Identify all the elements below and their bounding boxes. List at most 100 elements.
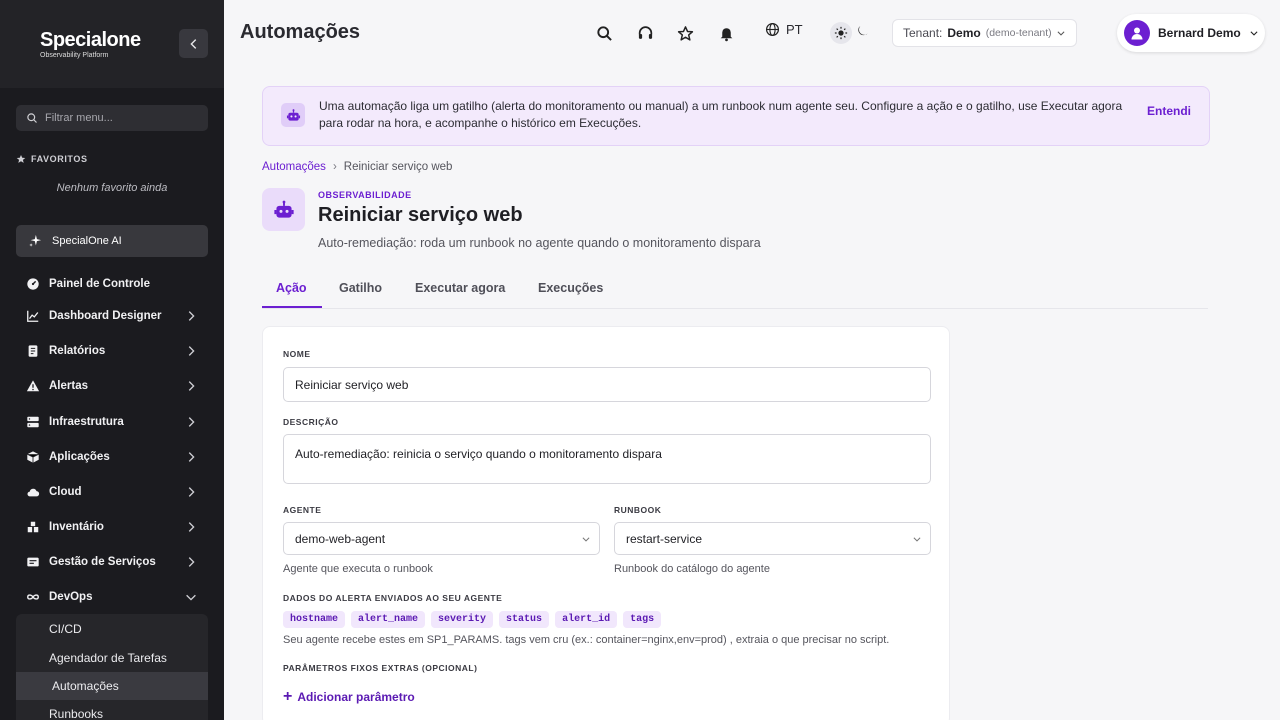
- sidebar-item-label: Gestão de Serviços: [49, 556, 156, 568]
- sidebar-item-dashboard-designer[interactable]: Dashboard Designer: [16, 301, 208, 331]
- action-form-card: NOME DESCRIÇÃO Auto-remediação: reinicia…: [262, 326, 950, 720]
- automation-avatar: [262, 188, 305, 231]
- agent-selected-value: demo-web-agent: [295, 531, 386, 546]
- param-chip: tags: [623, 611, 662, 628]
- name-input[interactable]: [283, 367, 931, 402]
- sidebar-item-gestao-de-servicos[interactable]: Gestão de Serviços: [16, 547, 208, 577]
- extra-params-label: PARÂMETROS FIXOS EXTRAS (OPCIONAL): [283, 663, 478, 673]
- robot-icon: [273, 200, 294, 218]
- specialone-ai-button[interactable]: SpecialOne AI: [16, 225, 208, 257]
- chevron-right-icon: [188, 381, 195, 391]
- notifications-button[interactable]: [715, 22, 737, 44]
- sidebar-item-alertas[interactable]: Alertas: [16, 371, 208, 401]
- sidebar-subitem-agendador[interactable]: Agendador de Tarefas: [16, 644, 208, 672]
- alert-params-chips: hostname alert_name severity status aler…: [283, 611, 662, 628]
- menu-filter[interactable]: [16, 105, 208, 131]
- add-parameter-label: Adicionar parâmetro: [297, 690, 415, 704]
- logo-word: Specialone: [40, 28, 141, 51]
- sidebar-item-aplicacoes[interactable]: Aplicações: [16, 442, 208, 472]
- sidebar-item-label: DevOps: [49, 591, 93, 603]
- tab-executar-agora[interactable]: Executar agora: [415, 281, 505, 295]
- tab-acao[interactable]: Ação: [276, 281, 307, 295]
- brand-area: Specialone Observability Platform: [0, 0, 224, 88]
- logo: Specialone Observability Platform: [40, 30, 141, 59]
- star-icon: [16, 154, 26, 163]
- tab-execucoes[interactable]: Execuções: [538, 281, 603, 295]
- chevron-down-icon: [913, 537, 921, 542]
- breadcrumb-root-link[interactable]: Automações: [262, 161, 326, 173]
- breadcrumb-current: Reiniciar serviço web: [343, 161, 453, 173]
- moon-icon: [858, 25, 869, 35]
- sidebar-item-cloud[interactable]: Cloud: [16, 477, 208, 507]
- star-icon: [677, 25, 693, 41]
- dark-mode-button[interactable]: [856, 24, 870, 43]
- sidebar: Specialone Observability Platform FAVORI…: [0, 0, 224, 720]
- breadcrumb-separator: ›: [332, 161, 337, 173]
- light-mode-button[interactable]: [830, 22, 852, 44]
- user-menu[interactable]: Bernard Demo: [1117, 14, 1265, 52]
- favorites-title: FAVORITOS: [31, 154, 88, 164]
- sidebar-item-inventario[interactable]: Inventário: [16, 512, 208, 542]
- param-chip: severity: [431, 611, 494, 628]
- language-selector[interactable]: PT: [765, 22, 803, 37]
- collapse-sidebar-button[interactable]: [179, 29, 208, 58]
- agent-select[interactable]: demo-web-agent: [283, 522, 600, 555]
- runbook-selected-value: restart-service: [626, 531, 703, 546]
- sidebar-subitem-automacoes[interactable]: Automações: [16, 672, 208, 700]
- automation-subtitle: Auto-remediação: roda um runbook no agen…: [318, 236, 761, 250]
- chevron-down-icon: [1057, 31, 1065, 36]
- sidebar-item-label: Aplicações: [49, 451, 110, 463]
- tenant-label: Tenant:: [903, 26, 943, 40]
- sidebar-item-label: Alertas: [49, 380, 88, 392]
- param-chip: alert_name: [351, 611, 426, 628]
- description-label: DESCRIÇÃO: [283, 417, 339, 427]
- tenant-selector[interactable]: Tenant: Demo (demo-tenant): [892, 19, 1077, 47]
- chevron-right-icon: [188, 311, 195, 321]
- warning-icon: [26, 380, 39, 392]
- sidebar-subitem-runbooks[interactable]: Runbooks: [16, 700, 208, 720]
- chevron-right-icon: [188, 452, 195, 462]
- theme-toggle[interactable]: [824, 19, 876, 47]
- favorites-heading: FAVORITOS: [16, 154, 88, 164]
- sidebar-item-label: Relatórios: [49, 345, 106, 357]
- agent-label: AGENTE: [283, 505, 322, 515]
- dismiss-banner-button[interactable]: Entendi: [1147, 104, 1191, 118]
- sidebar-item-label: Inventário: [49, 521, 104, 533]
- chart-line-icon: [26, 310, 38, 322]
- topbar: Automações PT Tenant: Demo (demo-tenant)…: [224, 0, 1280, 66]
- name-label: NOME: [283, 349, 311, 359]
- sidebar-item-painel-de-controle[interactable]: Painel de Controle: [16, 269, 208, 299]
- bell-icon: [720, 27, 732, 41]
- runbook-label: RUNBOOK: [614, 505, 662, 515]
- box-icon: [26, 451, 39, 463]
- inventory-icon: [27, 521, 38, 533]
- alert-data-help: Seu agente recebe estes em SP1_PARAMS. t…: [283, 634, 890, 646]
- sparkle-icon: [29, 234, 42, 247]
- logo-subtitle: Observability Platform: [40, 51, 109, 59]
- chevron-down-icon: [186, 594, 196, 601]
- param-chip: alert_id: [555, 611, 618, 628]
- info-banner: Uma automação liga um gatilho (alerta do…: [262, 86, 1210, 146]
- runbook-select[interactable]: restart-service: [614, 522, 931, 555]
- globe-icon: [765, 22, 780, 37]
- robot-badge: [281, 103, 305, 127]
- sidebar-item-label: Painel de Controle: [49, 278, 150, 290]
- menu-filter-input[interactable]: [45, 112, 195, 124]
- support-button[interactable]: [634, 22, 656, 44]
- sidebar-item-relatorios[interactable]: Relatórios: [16, 336, 208, 366]
- search-button[interactable]: [593, 22, 615, 44]
- description-textarea[interactable]: Auto-remediação: reinicia o serviço quan…: [283, 434, 931, 484]
- active-tab-indicator: [262, 306, 322, 308]
- search-icon: [27, 113, 37, 123]
- sidebar-item-devops[interactable]: DevOps: [16, 582, 208, 612]
- user-icon: [1131, 27, 1143, 40]
- add-parameter-button[interactable]: + Adicionar parâmetro: [283, 689, 415, 705]
- favorite-button[interactable]: [674, 22, 696, 44]
- tab-gatilho[interactable]: Gatilho: [339, 281, 382, 295]
- sidebar-subitem-cicd[interactable]: CI/CD: [16, 615, 208, 643]
- report-icon: [28, 345, 37, 357]
- search-icon: [596, 25, 612, 41]
- sidebar-item-infraestrutura[interactable]: Infraestrutura: [16, 407, 208, 437]
- server-icon: [26, 416, 39, 428]
- automation-title: Reiniciar serviço web: [318, 204, 523, 226]
